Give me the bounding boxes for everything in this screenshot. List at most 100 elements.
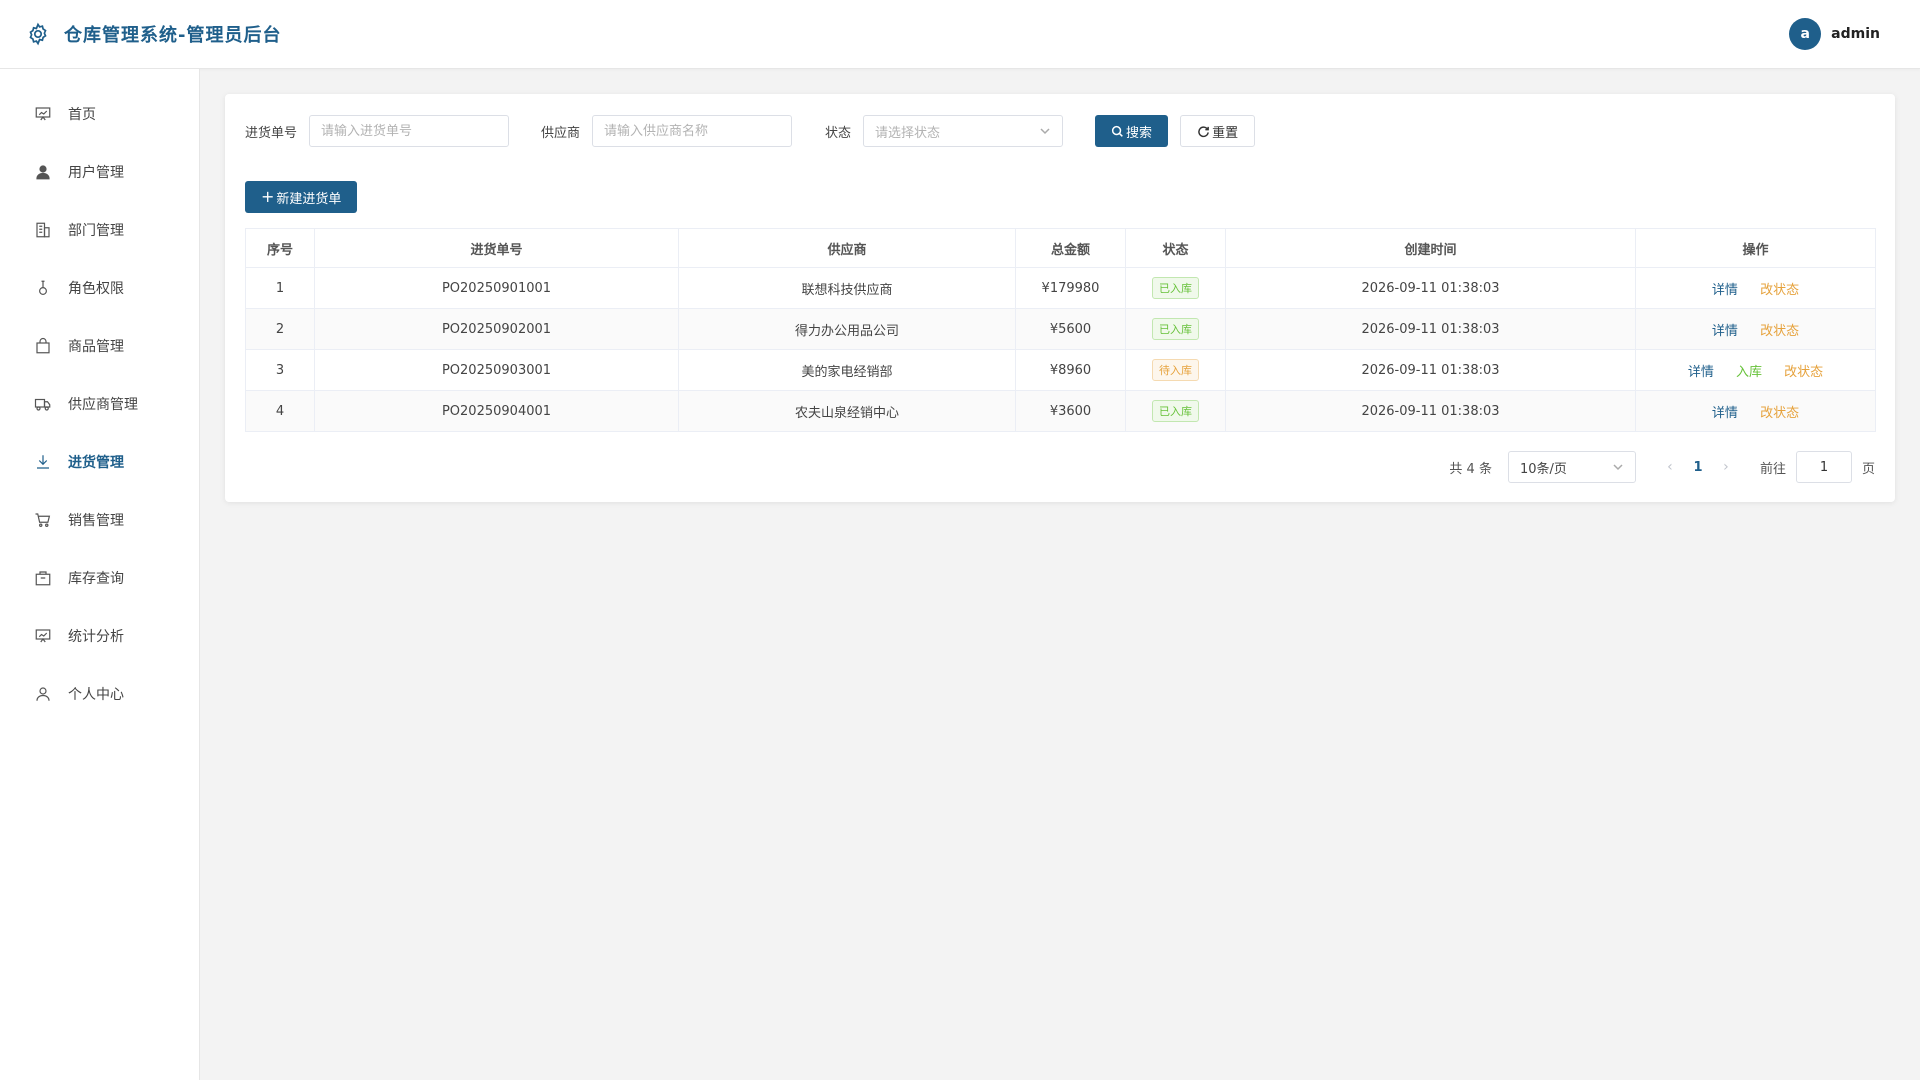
- col-header-created: 创建时间: [1225, 228, 1636, 268]
- add-purchase-button[interactable]: + 新建进货单: [245, 181, 358, 213]
- username[interactable]: admin: [1831, 26, 1880, 42]
- cart-icon: [35, 513, 51, 527]
- chart-board-icon: [35, 629, 51, 643]
- status-badge: 已入库: [1152, 400, 1199, 422]
- sidebar-item-label: 部门管理: [68, 223, 124, 239]
- sidebar-item-label: 销售管理: [68, 513, 124, 529]
- table-row: 3 PO20250903001 美的家电经销部 ¥8960 待入库 2026-0…: [245, 349, 1876, 391]
- sidebar-item-label: 角色权限: [68, 281, 124, 297]
- pagination: 共 4 条 10条/页 ‹ 1 › 前往 页: [1449, 451, 1875, 483]
- sidebar-item-roles[interactable]: 角色权限: [0, 259, 199, 317]
- sidebar-item-profile[interactable]: 个人中心: [0, 665, 199, 723]
- table-row: 2 PO20250902001 得力办公用品公司 ¥5600 已入库 2026-…: [245, 308, 1876, 350]
- supplier-label: 供应商: [541, 125, 581, 141]
- cell-amount: ¥179980: [1015, 267, 1126, 309]
- cell-supplier: 美的家电经销部: [678, 349, 1016, 391]
- chevron-down-icon: [1613, 464, 1623, 471]
- table-row: 4 PO20250904001 农夫山泉经销中心 ¥3600 已入库 2026-…: [245, 390, 1876, 432]
- cell-status: 待入库: [1125, 349, 1226, 391]
- prev-page-icon[interactable]: ‹: [1658, 459, 1682, 475]
- cell-created: 2026-09-11 01:38:03: [1225, 349, 1636, 391]
- sidebar-item-purchases[interactable]: 进货管理: [0, 433, 199, 491]
- search-button-label: 搜索: [1126, 125, 1153, 141]
- change-status-link[interactable]: 改状态: [1760, 406, 1799, 421]
- user-icon: [36, 165, 50, 180]
- page-size-select[interactable]: 10条/页: [1507, 451, 1636, 483]
- status-badge: 待入库: [1152, 359, 1199, 381]
- box-icon: [35, 571, 51, 586]
- cell-supplier: 农夫山泉经销中心: [678, 390, 1016, 432]
- page-number-current[interactable]: 1: [1682, 460, 1714, 475]
- col-header-status: 状态: [1125, 228, 1226, 268]
- detail-link[interactable]: 详情: [1712, 324, 1738, 339]
- sidebar-item-inventory[interactable]: 库存查询: [0, 549, 199, 607]
- cell-actions: 详情 改状态: [1635, 308, 1876, 350]
- role-icon: [39, 280, 47, 295]
- supplier-input[interactable]: [592, 115, 793, 147]
- stock-in-link[interactable]: 入库: [1736, 365, 1762, 380]
- change-status-link[interactable]: 改状态: [1760, 283, 1799, 298]
- status-badge: 已入库: [1152, 318, 1199, 340]
- goto-label: 前往: [1759, 461, 1786, 477]
- order-no-label: 进货单号: [245, 125, 298, 141]
- cell-actions: 详情 改状态: [1635, 267, 1876, 309]
- detail-link[interactable]: 详情: [1712, 283, 1738, 298]
- reset-button[interactable]: 重置: [1180, 115, 1256, 147]
- cell-actions: 详情 改状态: [1635, 390, 1876, 432]
- page-suffix: 页: [1861, 461, 1875, 477]
- page-size-value: 10条/页: [1519, 461, 1567, 477]
- building-icon: [36, 222, 50, 238]
- col-header-supplier: 供应商: [678, 228, 1016, 268]
- detail-link[interactable]: 详情: [1712, 406, 1738, 421]
- sidebar-item-label: 商品管理: [68, 339, 124, 355]
- change-status-link[interactable]: 改状态: [1784, 365, 1823, 380]
- sidebar-item-sales[interactable]: 销售管理: [0, 491, 199, 549]
- sidebar-item-products[interactable]: 商品管理: [0, 317, 199, 375]
- cell-created: 2026-09-11 01:38:03: [1225, 390, 1636, 432]
- cell-amount: ¥3600: [1015, 390, 1126, 432]
- detail-link[interactable]: 详情: [1688, 365, 1714, 380]
- cell-index: 1: [245, 267, 315, 309]
- order-no-input[interactable]: [309, 115, 510, 147]
- sidebar: 首页 用户管理 部门管理 角色权限 商品管理 供应商管理 进货管理 销售管理 库…: [0, 69, 200, 1080]
- cell-actions: 详情 入库 改状态: [1635, 349, 1876, 391]
- cell-created: 2026-09-11 01:38:03: [1225, 308, 1636, 350]
- col-header-actions: 操作: [1635, 228, 1876, 268]
- cell-index: 2: [245, 308, 315, 350]
- status-select-placeholder: 请选择状态: [875, 125, 941, 141]
- cell-status: 已入库: [1125, 267, 1226, 309]
- sidebar-item-statistics[interactable]: 统计分析: [0, 607, 199, 665]
- reset-button-label: 重置: [1212, 125, 1239, 141]
- avatar[interactable]: a: [1789, 18, 1822, 50]
- user-menu[interactable]: a admin: [1789, 18, 1880, 50]
- cell-index: 4: [245, 390, 315, 432]
- sidebar-item-suppliers[interactable]: 供应商管理: [0, 375, 199, 433]
- search-button[interactable]: 搜索: [1095, 115, 1169, 147]
- cell-order-no: PO20250904001: [314, 390, 679, 432]
- sidebar-item-label: 个人中心: [68, 687, 124, 703]
- cell-status: 已入库: [1125, 390, 1226, 432]
- cell-index: 3: [245, 349, 315, 391]
- sidebar-item-departments[interactable]: 部门管理: [0, 201, 199, 259]
- truck-icon: [34, 398, 51, 411]
- pagination-total: 共 4 条: [1449, 461, 1492, 477]
- cell-order-no: PO20250902001: [314, 308, 679, 350]
- status-select[interactable]: 请选择状态: [863, 115, 1064, 147]
- next-page-icon[interactable]: ›: [1714, 459, 1738, 475]
- cell-created: 2026-09-11 01:38:03: [1225, 267, 1636, 309]
- sidebar-item-label: 供应商管理: [68, 397, 138, 413]
- goto-page-input[interactable]: [1795, 451, 1852, 483]
- table-row: 1 PO20250901001 联想科技供应商 ¥179980 已入库 2026…: [245, 267, 1876, 309]
- sidebar-item-home[interactable]: 首页: [0, 85, 199, 143]
- person-icon: [36, 687, 50, 701]
- cell-order-no: PO20250903001: [314, 349, 679, 391]
- cell-status: 已入库: [1125, 308, 1226, 350]
- sidebar-item-users[interactable]: 用户管理: [0, 143, 199, 201]
- change-status-link[interactable]: 改状态: [1760, 324, 1799, 339]
- sidebar-item-label: 首页: [68, 107, 96, 123]
- col-header-order-no: 进货单号: [314, 228, 679, 268]
- chevron-down-icon: [1040, 128, 1050, 135]
- cell-amount: ¥5600: [1015, 308, 1126, 350]
- download-icon: [37, 455, 49, 469]
- sidebar-item-label: 统计分析: [68, 629, 124, 645]
